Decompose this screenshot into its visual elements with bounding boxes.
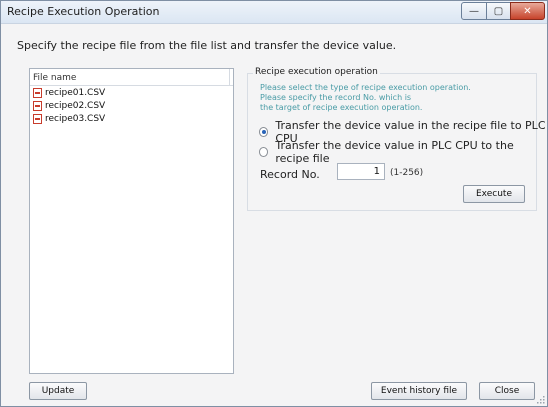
- close-window-button[interactable]: ✕: [510, 2, 545, 20]
- file-name: recipe01.CSV: [45, 87, 106, 98]
- execute-button[interactable]: Execute: [463, 185, 525, 203]
- instruction-text: Specify the recipe file from the file li…: [17, 39, 397, 52]
- csv-file-icon: [33, 100, 42, 111]
- radio-transfer-plc-to-file[interactable]: Transfer the device value in PLC CPU to …: [259, 139, 547, 165]
- update-button[interactable]: Update: [29, 382, 87, 400]
- radio-button[interactable]: [259, 147, 269, 157]
- hint-line: Please specify the record No. which is: [260, 93, 412, 102]
- window-title: Recipe Execution Operation: [7, 5, 160, 18]
- radio-button[interactable]: [259, 127, 269, 137]
- group-title: Recipe execution operation: [253, 67, 380, 77]
- close-button[interactable]: Close: [479, 382, 535, 400]
- file-list-item[interactable]: recipe02.CSV: [30, 99, 233, 112]
- csv-file-icon: [33, 87, 42, 98]
- hint-line: the target of recipe execution operation…: [260, 103, 423, 112]
- resize-grip-icon[interactable]: [537, 396, 545, 404]
- hint-line: Please select the type of recipe executi…: [260, 83, 471, 92]
- recipe-execution-dialog: Recipe Execution Operation — ▢ ✕ Specify…: [0, 0, 548, 407]
- record-number-label: Record No.: [260, 168, 320, 181]
- file-name: recipe02.CSV: [45, 100, 106, 111]
- csv-file-icon: [33, 113, 42, 124]
- file-name: recipe03.CSV: [45, 113, 106, 124]
- minimize-button[interactable]: —: [461, 2, 487, 20]
- file-list-item[interactable]: recipe03.CSV: [30, 112, 233, 125]
- event-history-file-button[interactable]: Event history file: [371, 382, 467, 400]
- record-number-input[interactable]: 1: [337, 163, 385, 180]
- title-bar: Recipe Execution Operation — ▢ ✕: [1, 1, 547, 24]
- maximize-button[interactable]: ▢: [486, 2, 511, 20]
- record-range-text: (1-256): [390, 168, 424, 178]
- file-list-header: File name: [30, 69, 233, 86]
- file-list-item[interactable]: recipe01.CSV: [30, 86, 233, 99]
- radio-label: Transfer the device value in PLC CPU to …: [275, 139, 514, 165]
- file-list[interactable]: File name recipe01.CSV recipe02.CSV reci…: [29, 68, 234, 374]
- column-header-file-name[interactable]: File name: [30, 69, 230, 85]
